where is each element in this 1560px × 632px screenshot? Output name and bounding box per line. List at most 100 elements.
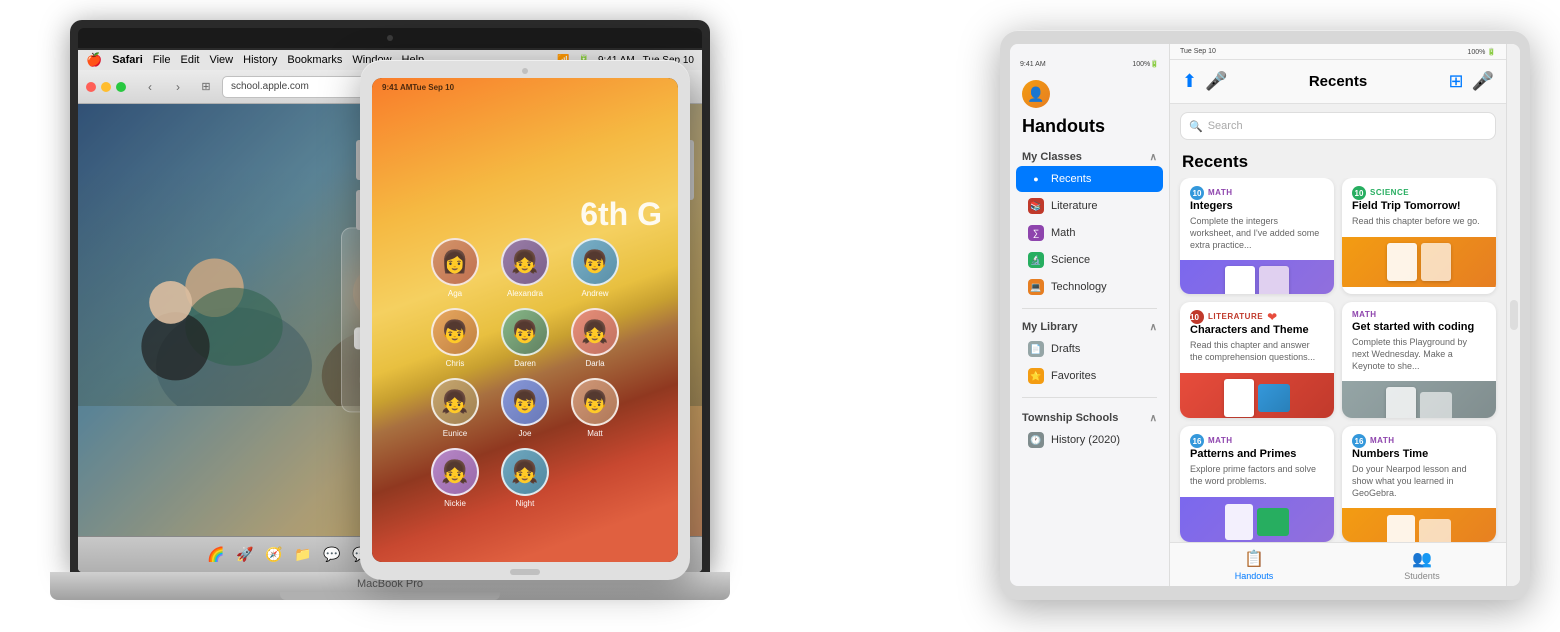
sidebar-battery: 100%🔋 [1132, 60, 1159, 68]
share-icon[interactable]: ⬆ [1182, 71, 1197, 92]
mic-icon[interactable]: 🎤 [1205, 71, 1227, 92]
my-classes-section[interactable]: My Classes ∧ [1010, 147, 1169, 165]
sidebar-item-technology[interactable]: 💻 Technology [1016, 274, 1163, 300]
student-eunice-photo: 👧 [431, 378, 479, 426]
preview-doc-2 [1259, 266, 1289, 294]
student-andrew[interactable]: 👦 Andrew [565, 238, 625, 298]
dock-contacts[interactable]: 📁 [290, 542, 316, 568]
sidebar-item-science[interactable]: 🔬 Science [1016, 247, 1163, 273]
preview-doc-1 [1225, 266, 1255, 294]
card-patterns-desc: Explore prime factors and solve the word… [1190, 464, 1324, 487]
student-alexandra-photo: 👧 [501, 238, 549, 286]
tab-students[interactable]: 👥 Students [1338, 549, 1506, 581]
recents-header: Recents [1170, 148, 1506, 178]
forward-button[interactable]: › [166, 77, 190, 97]
handouts-topbar: ⬆ 🎤 Recents ⊞ 🎤 [1170, 60, 1506, 104]
handout-card-characters[interactable]: 10 LITERATURE ❤ Characters and Theme Rea… [1180, 302, 1334, 418]
my-library-label: My Library [1022, 321, 1078, 333]
card-characters-title: Characters and Theme [1190, 324, 1324, 337]
card-coding-title: Get started with coding [1352, 321, 1486, 334]
minimize-button[interactable] [101, 82, 111, 92]
my-library-chevron: ∧ [1150, 322, 1157, 333]
student-matt[interactable]: 👦 Matt [565, 378, 625, 438]
card-fieldtrip-preview [1342, 237, 1496, 287]
dock-messages[interactable]: 💬 [319, 542, 345, 568]
menu-edit[interactable]: Edit [181, 54, 200, 66]
handouts-main-statusbar: Tue Sep 10 100% 🔋 [1170, 44, 1506, 60]
handouts-tab-label: Handouts [1235, 571, 1274, 581]
dock-finder[interactable]: 🌈 [203, 542, 229, 568]
lockscreen-statusbar: 9:41 AM Tue Sep 10 [372, 78, 678, 96]
back-button[interactable]: ‹ [138, 77, 162, 97]
student-joe-name: Joe [519, 429, 532, 438]
card-coding-desc: Complete this Playground by next Wednesd… [1352, 337, 1486, 372]
handouts-tab-icon: 📋 [1244, 549, 1264, 569]
card-fieldtrip-more[interactable]: ··· [1472, 291, 1486, 294]
favorites-icon: ⭐ [1028, 368, 1044, 384]
student-chris-photo: 👦 [431, 308, 479, 356]
student-chris[interactable]: 👦 Chris [425, 308, 485, 368]
mic-icon-right[interactable]: 🎤 [1472, 71, 1494, 92]
menu-history[interactable]: History [243, 54, 277, 66]
township-label: Township Schools [1022, 412, 1118, 424]
handouts-sidebar: 9:41 AM 100%🔋 👤 Handouts My Classes ∧ [1010, 44, 1170, 586]
ipad-middle-home-button[interactable] [510, 569, 540, 575]
sidebar-item-drafts[interactable]: 📄 Drafts [1016, 336, 1163, 362]
handout-card-integers[interactable]: 10 MATH Integers Complete the integers w… [1180, 178, 1334, 294]
tabs-button[interactable]: ⊞ [196, 77, 216, 97]
sidebar-item-history[interactable]: 🕐 History (2020) [1016, 427, 1163, 453]
student-night[interactable]: 👧 Night [495, 448, 555, 508]
user-avatar[interactable]: 👤 [1022, 80, 1050, 108]
zoom-button[interactable] [116, 82, 126, 92]
science-label: Science [1051, 254, 1090, 266]
student-daren[interactable]: 👦 Daren [495, 308, 555, 368]
handout-card-coding[interactable]: MATH Get started with coding Complete th… [1342, 302, 1496, 418]
sidebar-item-math[interactable]: ∑ Math [1016, 220, 1163, 246]
search-icon: 🔍 [1189, 120, 1203, 133]
dock-safari[interactable]: 🧭 [261, 542, 287, 568]
handouts-main: Tue Sep 10 100% 🔋 ⬆ 🎤 Recents ⊞ [1170, 44, 1506, 586]
card-patterns-preview [1180, 497, 1334, 542]
student-nickie[interactable]: 👧 Nickie [425, 448, 485, 508]
preview-folder [1258, 384, 1290, 412]
power-button[interactable] [690, 140, 694, 200]
card-numbers-subject: MATH [1370, 436, 1395, 445]
menu-safari[interactable]: Safari [112, 54, 143, 66]
main-battery: 100% 🔋 [1467, 48, 1496, 56]
sidebar-item-recents[interactable]: ● Recents [1016, 166, 1163, 192]
apple-menu-icon[interactable]: 🍎 [86, 52, 102, 68]
student-aga[interactable]: 👩 Aga [425, 238, 485, 298]
drafts-label: Drafts [1051, 343, 1080, 355]
township-section[interactable]: Township Schools ∧ [1010, 406, 1169, 426]
tab-handouts[interactable]: 📋 Handouts [1170, 549, 1338, 581]
student-daren-name: Daren [514, 359, 536, 368]
dock-launchpad[interactable]: 🚀 [232, 542, 258, 568]
handout-card-fieldtrip[interactable]: 10 SCIENCE Field Trip Tomorrow! Read thi… [1342, 178, 1496, 294]
handouts-app: 9:41 AM 100%🔋 👤 Handouts My Classes ∧ [1010, 44, 1520, 586]
card-fieldtrip-subject: SCIENCE [1370, 188, 1409, 197]
student-darla[interactable]: 👧 Darla [565, 308, 625, 368]
sidebar-item-literature[interactable]: 📚 Literature [1016, 193, 1163, 219]
student-alexandra[interactable]: 👧 Alexandra [495, 238, 555, 298]
handout-card-patterns[interactable]: 16 MATH Patterns and Primes Explore prim… [1180, 426, 1334, 542]
history-icon: 🕐 [1028, 432, 1044, 448]
handout-card-numbers[interactable]: 16 MATH Numbers Time Do your Nearpod les… [1342, 426, 1496, 542]
student-aga-photo: 👩 [431, 238, 479, 286]
sidebar-item-favorites[interactable]: ⭐ Favorites [1016, 363, 1163, 389]
my-library-section[interactable]: My Library ∧ [1010, 317, 1169, 335]
search-bar[interactable]: 🔍 Search [1180, 112, 1496, 140]
close-button[interactable] [86, 82, 96, 92]
menu-view[interactable]: View [209, 54, 233, 66]
menu-file[interactable]: File [153, 54, 171, 66]
student-joe[interactable]: 👦 Joe [495, 378, 555, 438]
lockscreen-time-small: 9:41 AM [382, 83, 412, 92]
preview-doc-5 [1224, 379, 1254, 417]
student-eunice[interactable]: 👧 Eunice [425, 378, 485, 438]
grid-view-icon[interactable]: ⊞ [1448, 71, 1463, 92]
student-darla-name: Darla [585, 359, 604, 368]
card-patterns-badge: 16 [1190, 434, 1204, 448]
lockscreen: 9:41 AM Tue Sep 10 6th Grade 👩 Aga 👧 [372, 78, 678, 562]
student-joe-photo: 👦 [501, 378, 549, 426]
menu-bookmarks[interactable]: Bookmarks [287, 54, 342, 66]
card-coding-preview [1342, 381, 1496, 418]
